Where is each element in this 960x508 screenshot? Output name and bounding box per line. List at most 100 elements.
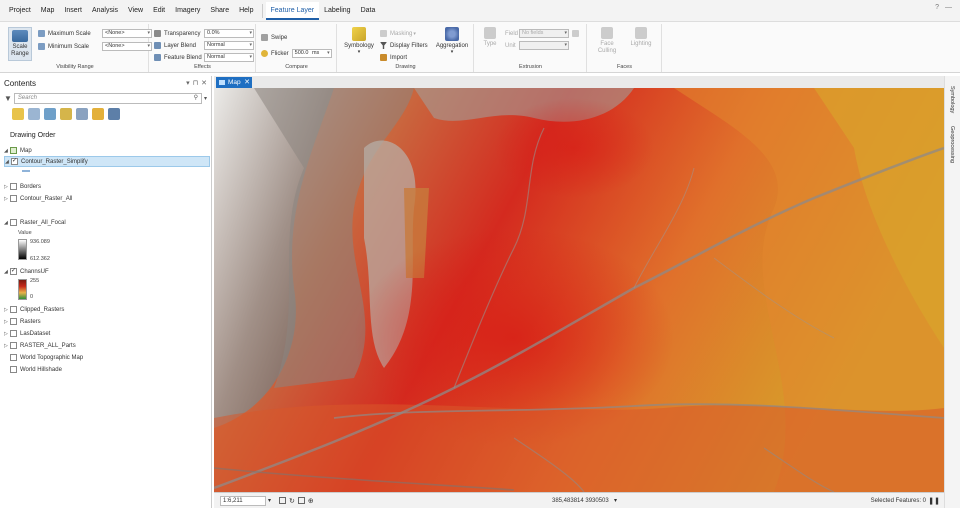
list-by-source-icon[interactable] bbox=[28, 108, 40, 120]
aggregation-button[interactable]: Aggregation ▾ bbox=[432, 27, 472, 55]
masking-chevron-icon: ▾ bbox=[413, 30, 416, 37]
pause-drawing-icon[interactable] bbox=[297, 496, 305, 504]
extrusion-type-button[interactable]: Type bbox=[479, 27, 501, 47]
list-by-labeling-icon[interactable] bbox=[92, 108, 104, 120]
face-culling-button[interactable]: Face Culling bbox=[592, 27, 622, 55]
list-by-perspective-icon[interactable] bbox=[108, 108, 120, 120]
minimize-icon[interactable]: — bbox=[945, 4, 952, 11]
filter-icon[interactable]: ▼ bbox=[4, 94, 12, 103]
min-scale-combo[interactable]: <None> bbox=[102, 42, 152, 51]
layer-raster-all-focal[interactable]: ◢ Raster_All_Focal bbox=[4, 217, 210, 228]
expression-icon[interactable] bbox=[572, 30, 579, 37]
search-dropdown-icon[interactable]: ▾ bbox=[204, 95, 207, 102]
refresh-icon[interactable]: ↻ bbox=[289, 497, 295, 505]
tab-labeling[interactable]: Labeling bbox=[319, 2, 355, 20]
layer-blend-label: Layer Blend bbox=[164, 42, 197, 49]
grid-icon[interactable] bbox=[279, 496, 287, 504]
pin-icon[interactable]: ⊓ bbox=[193, 79, 198, 87]
scale-range-button[interactable]: Scale Range bbox=[8, 27, 32, 61]
symbology-button[interactable]: Symbology ▾ bbox=[342, 27, 376, 55]
layer-checkbox[interactable] bbox=[10, 330, 17, 337]
menu-share[interactable]: Share bbox=[205, 2, 234, 20]
map-name: Map bbox=[20, 147, 32, 154]
extrusion-field-combo[interactable]: No fields bbox=[519, 29, 569, 38]
layer-rasters[interactable]: ▷ Rasters bbox=[4, 316, 210, 327]
layer-checkbox[interactable] bbox=[10, 342, 17, 349]
search-row: ▼ Search ⚲ ▾ bbox=[4, 92, 207, 104]
close-icon[interactable]: ✕ bbox=[244, 77, 250, 88]
layer-checkbox[interactable] bbox=[10, 183, 17, 190]
layer-checkbox[interactable]: ✓ bbox=[10, 268, 17, 275]
import-button[interactable]: Import bbox=[380, 52, 407, 63]
layer-borders[interactable]: ▷ Borders bbox=[4, 181, 210, 192]
chevron-down-icon[interactable]: ▾ bbox=[268, 497, 271, 504]
scale-combo[interactable]: 1:6,211 bbox=[220, 495, 266, 506]
layer-world-hillshade[interactable]: World Hillshade bbox=[4, 364, 210, 375]
contents-search-input[interactable]: Search ⚲ bbox=[13, 92, 202, 104]
geoprocessing-pane-tab[interactable]: Geoprocessing bbox=[949, 126, 955, 163]
layer-checkbox[interactable] bbox=[10, 366, 17, 373]
layer-contour-raster-simplify[interactable]: ◢ ✓ Contour_Raster_Simplify bbox=[4, 156, 210, 167]
extrusion-unit-label: Unit bbox=[505, 42, 516, 49]
menu-view[interactable]: View bbox=[123, 2, 148, 20]
map-view[interactable] bbox=[214, 88, 944, 492]
list-by-selection-icon[interactable] bbox=[44, 108, 56, 120]
layer-checkbox[interactable] bbox=[10, 354, 17, 361]
list-by-drawing-order-icon[interactable] bbox=[12, 108, 24, 120]
swipe-button[interactable]: Swipe bbox=[261, 32, 287, 43]
extrusion-unit-row: Unit bbox=[505, 40, 569, 51]
layer-raster-all-parts[interactable]: ▷ RASTER_ALL_Parts bbox=[4, 340, 210, 351]
tab-feature-layer[interactable]: Feature Layer bbox=[265, 1, 320, 20]
layer-checkbox[interactable] bbox=[10, 195, 17, 202]
extrusion-group-label: Extrusion bbox=[519, 64, 542, 70]
contents-toolbar bbox=[12, 108, 120, 122]
max-scale-combo[interactable]: <None> bbox=[102, 29, 152, 38]
layer-lasdataset[interactable]: ▷ LasDataset bbox=[4, 328, 210, 339]
max-scale-row: Maximum Scale <None> bbox=[38, 28, 152, 39]
menu-divider bbox=[261, 3, 263, 18]
chevron-down-icon[interactable]: ▾ bbox=[186, 79, 190, 87]
tab-data[interactable]: Data bbox=[356, 2, 381, 20]
navigator-icon[interactable]: ⊕ bbox=[308, 497, 314, 505]
list-by-snapping-icon[interactable] bbox=[76, 108, 88, 120]
lighting-button[interactable]: Lighting bbox=[626, 27, 656, 47]
extrusion-field-row: Field No fields bbox=[505, 28, 582, 39]
faces-group-label: Faces bbox=[617, 64, 632, 70]
menu-help[interactable]: Help bbox=[234, 2, 258, 20]
selected-features-label[interactable]: Selected Features: 0 bbox=[871, 498, 926, 504]
chevron-down-icon[interactable]: ▾ bbox=[614, 497, 617, 504]
map-tab-icon bbox=[219, 80, 225, 85]
extrusion-unit-combo[interactable] bbox=[519, 41, 569, 50]
transparency-field[interactable]: 0.0% bbox=[204, 29, 254, 38]
masking-button[interactable]: Masking ▾ bbox=[380, 28, 416, 39]
extrusion-field-label: Field bbox=[505, 30, 519, 37]
symbology-pane-tab[interactable]: Symbology bbox=[949, 86, 955, 113]
layer-checkbox[interactable]: ✓ bbox=[11, 158, 18, 165]
flicker-label[interactable]: Flicker bbox=[271, 51, 289, 57]
layer-contour-raster-all[interactable]: ▷ Contour_Raster_All bbox=[4, 193, 210, 204]
close-icon[interactable]: ✕ bbox=[201, 79, 207, 87]
display-filters-button[interactable]: Display Filters bbox=[380, 40, 428, 51]
list-by-editing-icon[interactable] bbox=[60, 108, 72, 120]
contents-header-controls: ▾ ⊓ ✕ bbox=[186, 79, 207, 87]
menu-project[interactable]: Project bbox=[4, 2, 36, 20]
layer-channsuf[interactable]: ◢ ✓ ChannsUF bbox=[4, 266, 210, 277]
menu-map[interactable]: Map bbox=[36, 2, 60, 20]
menu-imagery[interactable]: Imagery bbox=[170, 2, 205, 20]
feature-blend-combo[interactable]: Normal bbox=[204, 53, 254, 62]
layer-checkbox[interactable] bbox=[10, 219, 17, 226]
layer-clipped-rasters[interactable]: ▷ Clipped_Rasters bbox=[4, 304, 210, 315]
menu-analysis[interactable]: Analysis bbox=[87, 2, 123, 20]
help-icon[interactable]: ? bbox=[935, 4, 939, 11]
map-root-item[interactable]: ◢ Map bbox=[4, 145, 210, 156]
tab-map[interactable]: Map ✕ bbox=[216, 77, 252, 88]
menu-edit[interactable]: Edit bbox=[148, 2, 170, 20]
layer-checkbox[interactable] bbox=[10, 318, 17, 325]
menu-insert[interactable]: Insert bbox=[59, 2, 87, 20]
layer-blend-combo[interactable]: Normal bbox=[204, 41, 254, 50]
transparency-row: Transparency 0.0% bbox=[154, 28, 254, 39]
layer-world-topographic-map[interactable]: World Topographic Map bbox=[4, 352, 210, 363]
pause-icon[interactable]: ❚❚ bbox=[928, 497, 940, 505]
layer-checkbox[interactable] bbox=[10, 306, 17, 313]
flicker-interval-field[interactable]: 500.0 ms bbox=[291, 49, 332, 58]
